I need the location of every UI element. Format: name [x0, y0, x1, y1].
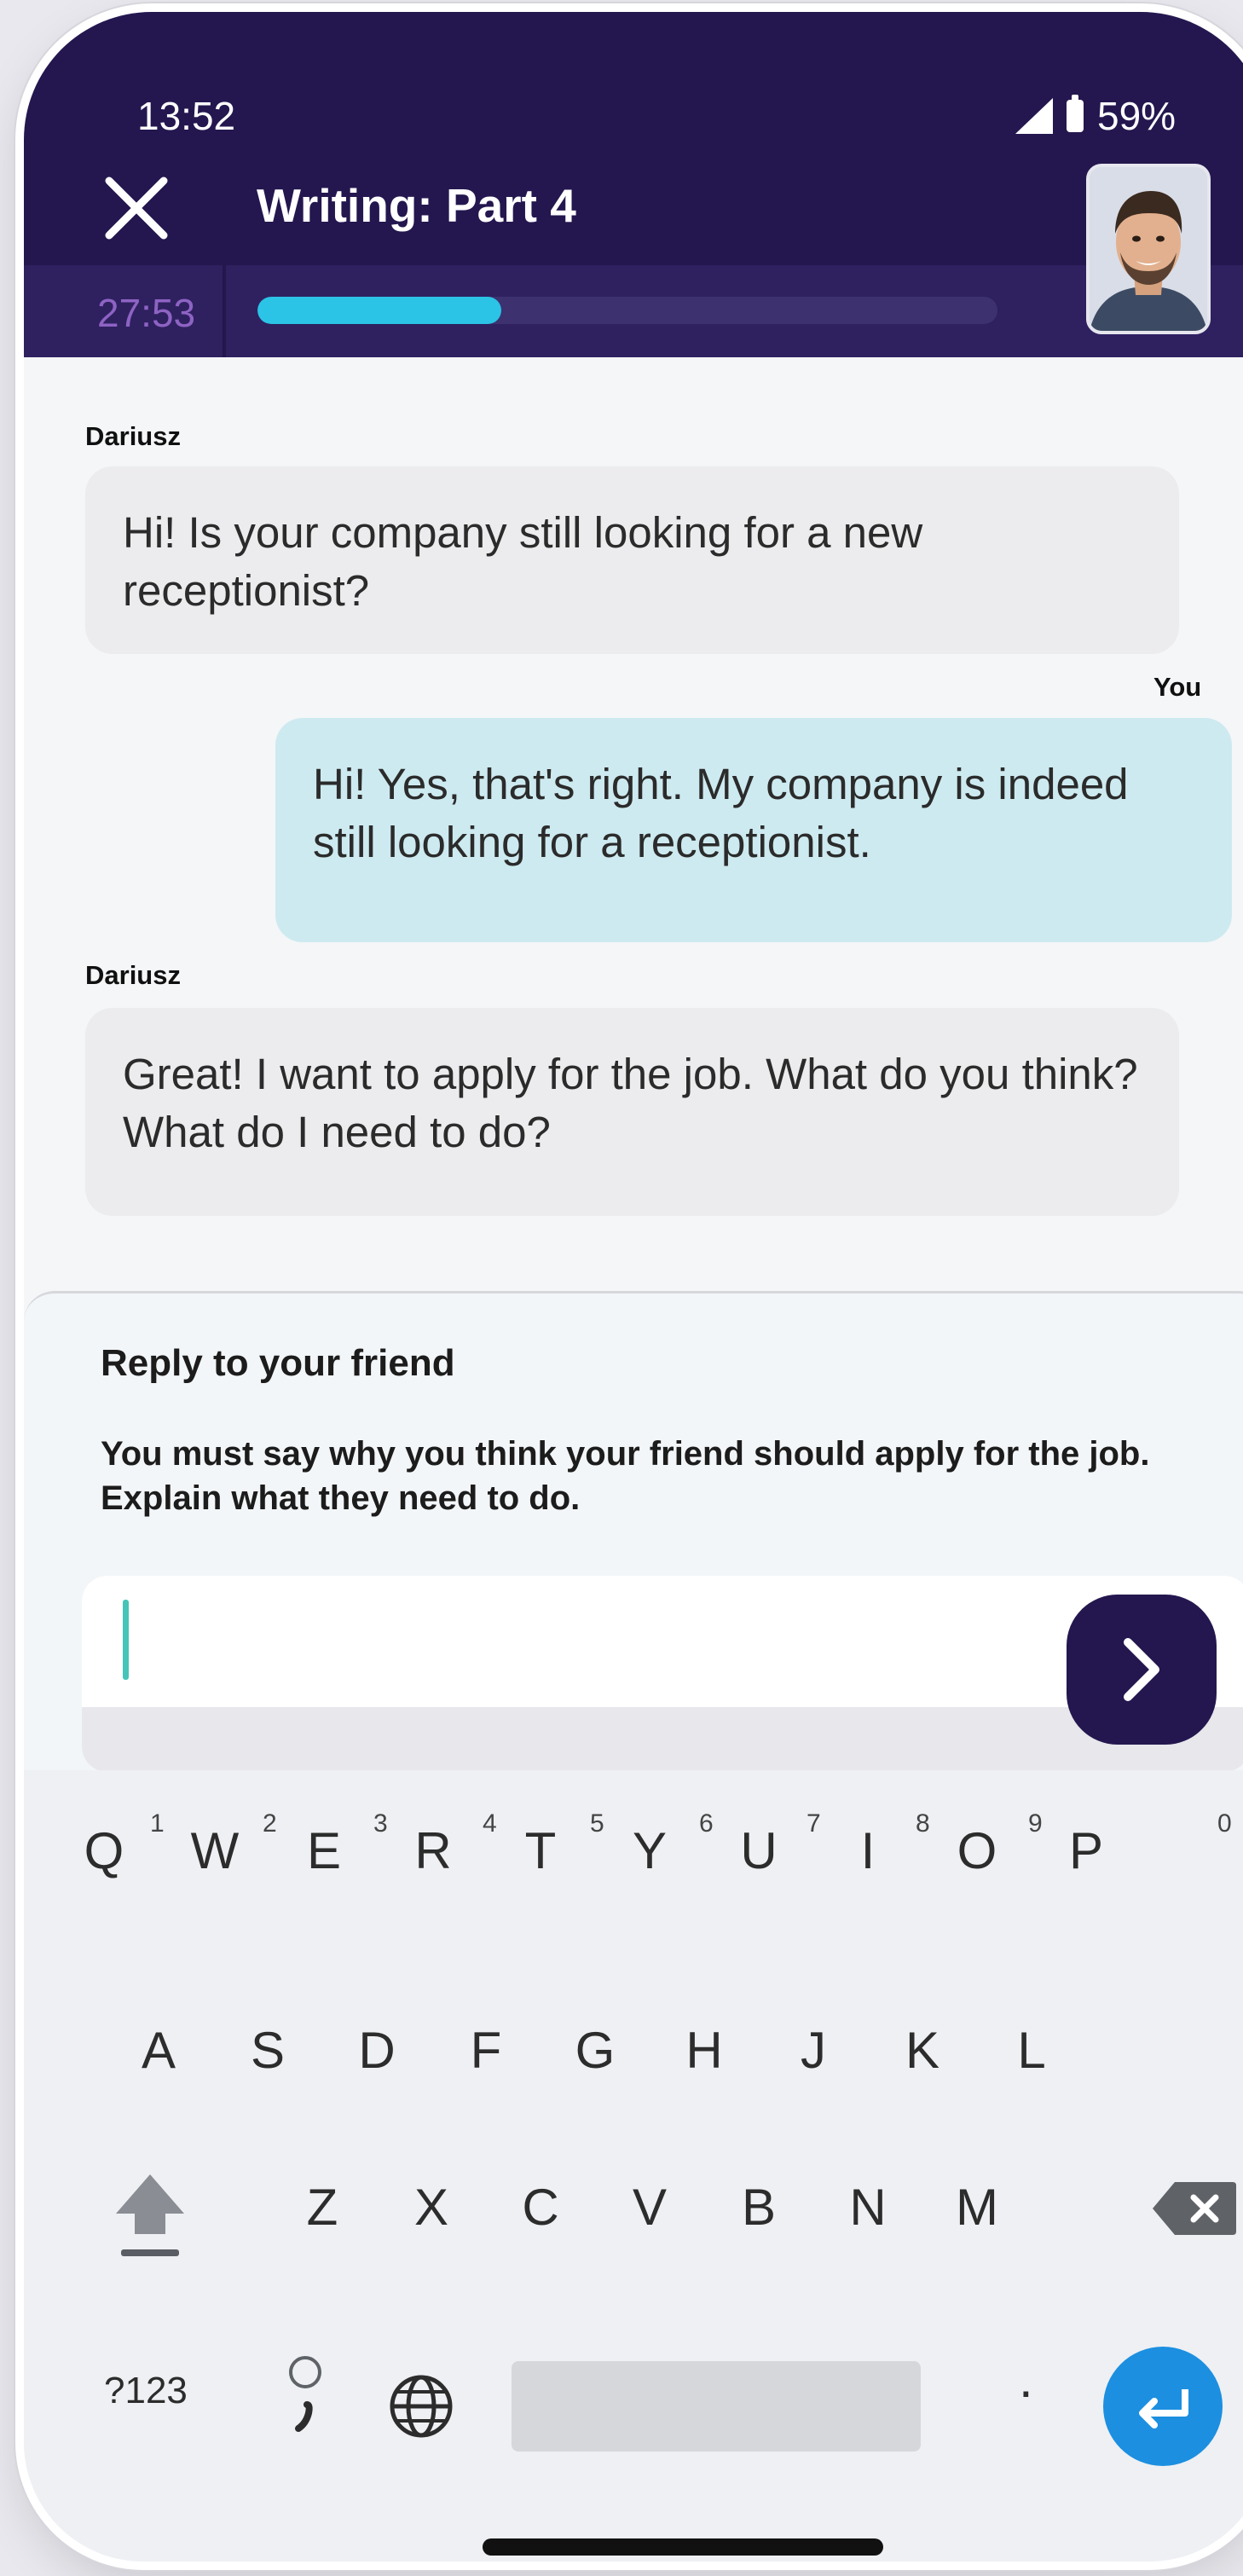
key-x[interactable]: X [389, 2178, 474, 2237]
key-b[interactable]: B [716, 2178, 801, 2237]
return-icon [1139, 2389, 1188, 2428]
text-cursor [123, 1600, 129, 1680]
key-hint-3: 3 [373, 1809, 388, 1838]
page-title: Writing: Part 4 [257, 179, 576, 232]
key-hint-0: 0 [1217, 1809, 1232, 1838]
timer: 27:53 [97, 291, 196, 335]
globe-key[interactable] [387, 2372, 455, 2440]
period-key[interactable]: . [1019, 2350, 1033, 2409]
backspace-icon [1153, 2182, 1236, 2235]
key-hint-6: 6 [699, 1809, 714, 1838]
close-button[interactable] [102, 174, 171, 242]
progress-fill [257, 297, 502, 324]
send-button[interactable] [1067, 1595, 1217, 1745]
shift-icon [116, 2174, 184, 2256]
signal-icon [1015, 98, 1053, 134]
message-sender: You [1153, 672, 1202, 702]
message-bubble-outgoing: Hi! Yes, that's right. My company is ind… [275, 718, 1232, 942]
reply-instructions: You must say why you think your friend s… [101, 1435, 1150, 1517]
key-hint-8: 8 [916, 1809, 930, 1838]
message-bubble-incoming: Hi! Is your company still looking for a … [85, 466, 1179, 654]
key-h[interactable]: H [662, 2021, 747, 2081]
chevron-right-icon [1124, 1638, 1159, 1701]
message-sender: Dariusz [85, 960, 181, 990]
close-icon [105, 177, 168, 240]
key-d[interactable]: D [334, 2021, 419, 2081]
key-hint-4: 4 [483, 1809, 497, 1838]
key-w[interactable]: W [172, 1821, 257, 1881]
key-u[interactable]: U [716, 1821, 801, 1881]
key-o[interactable]: O [934, 1821, 1020, 1881]
key-f[interactable]: F [443, 2021, 529, 2081]
backspace-key[interactable] [1151, 2180, 1238, 2237]
space-key[interactable] [512, 2361, 921, 2452]
key-c[interactable]: C [498, 2178, 583, 2237]
phone-screen: 13:52 59% Writing: Part 4 27:53 Dariusz [24, 12, 1243, 2562]
key-v[interactable]: V [607, 2178, 692, 2237]
timer-divider [223, 265, 226, 357]
key-z[interactable]: Z [280, 2178, 365, 2237]
key-a[interactable]: A [116, 2021, 201, 2081]
status-indicators: 59% [1015, 93, 1176, 139]
progress-bar [257, 297, 997, 324]
key-n[interactable]: N [825, 2178, 911, 2237]
key-t[interactable]: T [498, 1821, 583, 1881]
key-hint-2: 2 [263, 1809, 277, 1838]
comma-key[interactable] [280, 2350, 331, 2444]
key-q[interactable]: Q [61, 1821, 147, 1881]
key-k[interactable]: K [880, 2021, 965, 2081]
message-sender: Dariusz [85, 421, 181, 451]
globe-icon [390, 2375, 453, 2438]
key-s[interactable]: S [225, 2021, 310, 2081]
key-hint-5: 5 [590, 1809, 604, 1838]
key-r[interactable]: R [390, 1821, 476, 1881]
enter-key[interactable] [1103, 2347, 1223, 2466]
status-time: 13:52 [137, 94, 236, 138]
key-j[interactable]: J [771, 2021, 856, 2081]
battery-level: 59% [1097, 94, 1177, 138]
key-l[interactable]: L [989, 2021, 1074, 2081]
battery-icon [1067, 95, 1084, 132]
home-indicator[interactable] [483, 2538, 883, 2556]
reply-title: Reply to your friend [101, 1342, 455, 1384]
key-hint-9: 9 [1028, 1809, 1043, 1838]
key-hint-1: 1 [150, 1809, 165, 1838]
symbols-key[interactable]: ?123 [104, 2370, 188, 2412]
avatar [1086, 164, 1211, 334]
key-y[interactable]: Y [607, 1821, 692, 1881]
key-i[interactable]: I [825, 1821, 911, 1881]
shift-key[interactable] [109, 2168, 191, 2261]
key-g[interactable]: G [552, 2021, 638, 2081]
key-hint-7: 7 [807, 1809, 821, 1838]
person-avatar-icon [1090, 167, 1207, 331]
key-p[interactable]: P [1044, 1821, 1129, 1881]
search-icon [289, 2356, 321, 2432]
key-m[interactable]: M [934, 2178, 1020, 2237]
message-bubble-incoming: Great! I want to apply for the job. What… [85, 1008, 1179, 1216]
key-e[interactable]: E [281, 1821, 367, 1881]
